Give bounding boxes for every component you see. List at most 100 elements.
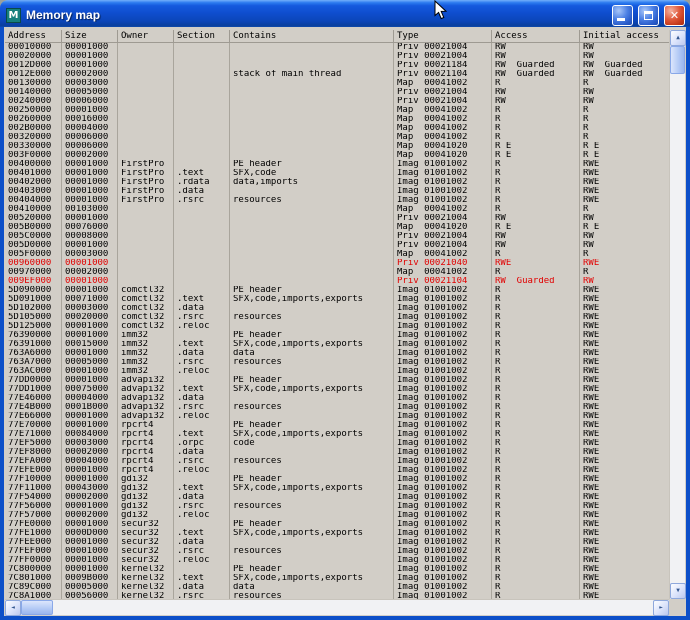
table-row[interactable]: 003F000000002000Map 00041020R ER E <box>5 151 669 160</box>
cell-section <box>174 43 230 52</box>
table-row[interactable]: 7639000000001000imm32PE headerImag 01001… <box>5 331 669 340</box>
table-row[interactable]: 77E4600000004000advapi32.dataImag 010010… <box>5 394 669 403</box>
column-header-section[interactable]: Section <box>174 30 230 43</box>
table-row[interactable]: 77EFA00000004000rpcrt4.rsrcresourcesImag… <box>5 457 669 466</box>
table-row[interactable]: 77EF500000003000rpcrt4.orpccodeImag 0100… <box>5 439 669 448</box>
table-row[interactable]: 0041000000103000Map 00041002RR <box>5 205 669 214</box>
cell-owner <box>118 97 174 106</box>
scroll-up-button[interactable]: ▲ <box>670 30 686 46</box>
table-row[interactable]: 77E7100000084000rpcrt4.textSFX,code,impo… <box>5 430 669 439</box>
table-row[interactable]: 77F5600000001000gdi32.rsrcresourcesImag … <box>5 502 669 511</box>
cell-contains <box>230 52 394 61</box>
scroll-down-button[interactable]: ▼ <box>670 583 686 599</box>
table-row[interactable]: 0001000000001000Priv 00021004RWRW <box>5 43 669 52</box>
table-row[interactable]: 5D09100000071000comctl32.textSFX,code,im… <box>5 295 669 304</box>
table-row[interactable]: 763A600000001000imm32.datadataImag 01001… <box>5 349 669 358</box>
table-row[interactable]: 77EF800000002000rpcrt4.dataImag 01001002… <box>5 448 669 457</box>
table-row[interactable]: 0097000000002000Map 00041002RR <box>5 268 669 277</box>
table-row[interactable]: 77E4B0000001B000advapi32.rsrcresourcesIm… <box>5 403 669 412</box>
horizontal-scroll-thumb[interactable] <box>21 600 53 615</box>
table-row[interactable]: 7639100000015000imm32.textSFX,code,impor… <box>5 340 669 349</box>
cell-contains <box>230 322 394 331</box>
table-row[interactable]: 0012D00000001000Priv 00021184RW GuardedR… <box>5 61 669 70</box>
table-row[interactable]: 77DD000000001000advapi32PE headerImag 01… <box>5 376 669 385</box>
table-row[interactable]: 0040400000001000FirstPro.rsrcresourcesIm… <box>5 196 669 205</box>
cell-owner: advapi32 <box>118 412 174 421</box>
table-row[interactable]: 005B000000076000Map 00041020R ER E <box>5 223 669 232</box>
table-row[interactable]: 0025000000001000Map 00041002RR <box>5 106 669 115</box>
column-header-contains[interactable]: Contains <box>230 30 394 43</box>
vertical-scrollbar[interactable]: ▲ ▼ <box>669 30 685 599</box>
table-row[interactable]: 0014000000005000Priv 00021004RWRW <box>5 88 669 97</box>
table-row[interactable]: 77F5700000002000gdi32.relocImag 01001002… <box>5 511 669 520</box>
table-row[interactable]: 763AC00000001000imm32.relocImag 01001002… <box>5 367 669 376</box>
table-row[interactable]: 77FEF00000001000secur32.rsrcresourcesIma… <box>5 547 669 556</box>
table-row[interactable]: 5D10200000003000comctl32.dataImag 010010… <box>5 304 669 313</box>
cell-type: Imag 01001002 <box>394 592 492 599</box>
cell-address: 00520000 <box>5 214 62 223</box>
table-row[interactable]: 0013000000003000Map 00041002RR <box>5 79 669 88</box>
cell-type: Map 00041002 <box>394 250 492 259</box>
scroll-left-button[interactable]: ◄ <box>5 600 21 616</box>
table-row[interactable]: 77F1100000043000gdi32.textSFX,code,impor… <box>5 484 669 493</box>
table-row[interactable]: 005D000000001000Priv 00021004RWRW <box>5 241 669 250</box>
table-row[interactable]: 0040300000001000FirstPro.dataImag 010010… <box>5 187 669 196</box>
cell-initial_access: RW <box>580 97 669 106</box>
table-row[interactable]: 0052000000001000Priv 00021004RWRW <box>5 214 669 223</box>
cell-section: .rsrc <box>174 196 230 205</box>
cell-section: .reloc <box>174 412 230 421</box>
table-row[interactable]: 77FE000000001000secur32PE headerImag 010… <box>5 520 669 529</box>
column-header-size[interactable]: Size <box>62 30 118 43</box>
cell-initial_access: RW <box>580 214 669 223</box>
table-row[interactable]: 005C000000008000Priv 00021004RWRW <box>5 232 669 241</box>
vertical-scroll-thumb[interactable] <box>670 46 685 74</box>
table-row[interactable]: 5D09000000001000comctl32PE headerImag 01… <box>5 286 669 295</box>
table-row[interactable]: 005F000000003000Map 00041002RR <box>5 250 669 259</box>
table-row[interactable]: 77FEE00000001000secur32.dataImag 0100100… <box>5 538 669 547</box>
table-row[interactable]: 77F1000000001000gdi32PE headerImag 01001… <box>5 475 669 484</box>
vertical-scroll-track[interactable] <box>670 74 685 583</box>
window-icon[interactable]: M <box>6 8 21 23</box>
table-row[interactable]: 0012E00000002000stack of main threadPriv… <box>5 70 669 79</box>
table-row[interactable]: 77E7000000001000rpcrt4PE headerImag 0100… <box>5 421 669 430</box>
table-row[interactable]: 77FE10000000D000secur32.textSFX,code,imp… <box>5 529 669 538</box>
table-row[interactable]: 7C8010000009B000kernel32.textSFX,code,im… <box>5 574 669 583</box>
table-row[interactable]: 0040100000001000FirstPro.textSFX,codeIma… <box>5 169 669 178</box>
table-row[interactable]: 0040000000001000FirstProPE headerImag 01… <box>5 160 669 169</box>
cell-type: Map 00041002 <box>394 133 492 142</box>
table-row[interactable]: 763A700000005000imm32.rsrcresourcesImag … <box>5 358 669 367</box>
close-button[interactable]: ✕ <box>664 5 685 26</box>
cell-owner: secur32 <box>118 556 174 565</box>
table-row[interactable]: 77DD100000075000advapi32.textSFX,code,im… <box>5 385 669 394</box>
cell-type: Priv 00021004 <box>394 97 492 106</box>
table-row[interactable]: 0002000000001000Priv 00021004RWRW <box>5 52 669 61</box>
column-header-owner[interactable]: Owner <box>118 30 174 43</box>
table-row[interactable]: 5D10500000020000comctl32.rsrcresourcesIm… <box>5 313 669 322</box>
table-row[interactable]: 77FF000000001000secur32.relocImag 010010… <box>5 556 669 565</box>
title-bar[interactable]: M Memory map ✕ <box>0 0 690 27</box>
table-row[interactable]: 009EF00000001000Priv 00021104RW GuardedR… <box>5 277 669 286</box>
horizontal-scroll-track[interactable] <box>53 600 653 615</box>
table-row[interactable]: 77EFE00000001000rpcrt4.relocImag 0100100… <box>5 466 669 475</box>
column-header-initial-access[interactable]: Initial access <box>580 30 669 43</box>
minimize-button[interactable] <box>612 5 633 26</box>
scroll-right-button[interactable]: ► <box>653 600 669 616</box>
maximize-button[interactable] <box>638 5 659 26</box>
table-row[interactable]: 0026000000016000Map 00041002RR <box>5 115 669 124</box>
column-header-address[interactable]: Address <box>5 30 62 43</box>
horizontal-scrollbar[interactable]: ◄ ► <box>5 599 669 615</box>
table-row[interactable]: 77E6600000001000advapi32.relocImag 01001… <box>5 412 669 421</box>
table-row[interactable]: 0040200000001000FirstPro.rdatadata,impor… <box>5 178 669 187</box>
table-row[interactable]: 7C80000000001000kernel32PE headerImag 01… <box>5 565 669 574</box>
table-row[interactable]: 7C89C00000005000kernel32.datadataImag 01… <box>5 583 669 592</box>
table-row[interactable]: 0096000000001000Priv 00021040RWERWE <box>5 259 669 268</box>
table-row[interactable]: 7C8A100000056000kernel32.rsrcresourcesIm… <box>5 592 669 599</box>
column-header-type[interactable]: Type <box>394 30 492 43</box>
column-header-access[interactable]: Access <box>492 30 580 43</box>
table-row[interactable]: 0024000000006000Priv 00021004RWRW <box>5 97 669 106</box>
table-row[interactable]: 77F5400000002000gdi32.dataImag 01001002R… <box>5 493 669 502</box>
table-row[interactable]: 0033000000006000Map 00041020R ER E <box>5 142 669 151</box>
table-row[interactable]: 5D12500000001000comctl32.relocImag 01001… <box>5 322 669 331</box>
table-row[interactable]: 0032000000006000Map 00041002RR <box>5 133 669 142</box>
table-row[interactable]: 002B000000004000Map 00041002RR <box>5 124 669 133</box>
